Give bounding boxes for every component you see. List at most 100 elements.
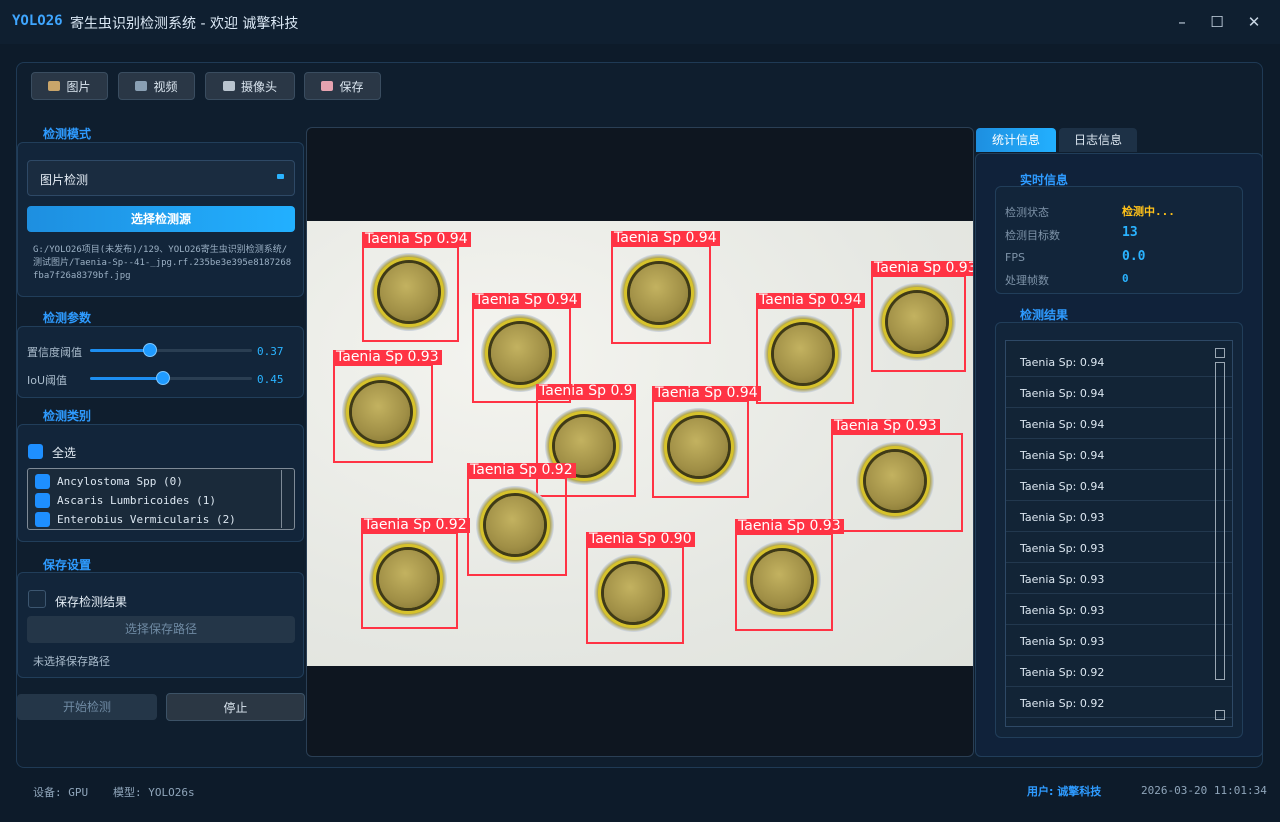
- device-info: 设备: GPU: [33, 786, 89, 799]
- result-item: Taenia Sp: 0.92: [1006, 687, 1232, 718]
- detection-label: Taenia Sp 0.94: [652, 386, 761, 401]
- save-button[interactable]: 保存: [304, 72, 381, 100]
- confidence-value: 0.37: [257, 345, 284, 358]
- save-settings-title: 保存设置: [43, 558, 92, 572]
- detection-box: Taenia Sp 0.92: [361, 518, 470, 629]
- detection-label: Taenia Sp 0.93: [333, 350, 442, 365]
- results-scroll-down[interactable]: [1215, 710, 1225, 720]
- detection-label: Taenia Sp 0.92: [467, 463, 576, 478]
- detect-mode-select[interactable]: 图片检测: [27, 160, 295, 196]
- class-checkbox[interactable]: [35, 493, 50, 508]
- detection-label: Taenia Sp 0.94: [472, 293, 581, 308]
- target-count-label: 检测目标数: [1005, 229, 1060, 242]
- result-item: Taenia Sp: 0.94: [1006, 439, 1232, 470]
- result-item: Taenia Sp: 0.93: [1006, 594, 1232, 625]
- confidence-slider-handle[interactable]: [142, 343, 157, 357]
- results-scrollbar-thumb[interactable]: [1215, 362, 1225, 680]
- classes-title: 检测类别: [43, 409, 92, 423]
- detection-box: Taenia Sp 0.90: [586, 532, 695, 644]
- stop-button[interactable]: 停止: [166, 693, 305, 721]
- result-item: Taenia Sp: 0.93: [1006, 532, 1232, 563]
- camera-button-label: 摄像头: [240, 79, 277, 94]
- select-all-label: 全选: [52, 446, 77, 460]
- class-item: Ancylostoma Spp (0): [57, 475, 183, 488]
- image-button-label: 图片: [66, 79, 91, 94]
- detection-label: Taenia Sp 0.93: [831, 419, 940, 434]
- confidence-slider[interactable]: [90, 349, 252, 352]
- video-icon: [135, 81, 148, 91]
- confidence-slider-fill: [90, 349, 150, 352]
- params-title: 检测参数: [43, 311, 92, 325]
- detection-label: Taenia Sp 0.94: [362, 232, 471, 247]
- detection-box: Taenia Sp 0.94: [362, 232, 471, 342]
- confidence-label: 置信度阈值: [27, 346, 82, 359]
- minimize-button[interactable]: –: [1171, 12, 1193, 32]
- detection-label: Taenia Sp 0.90: [586, 532, 695, 547]
- detection-label: Taenia Sp 0.9: [536, 384, 636, 399]
- detection-label: Taenia Sp 0.92: [361, 518, 470, 533]
- result-item: Taenia Sp: 0.94: [1006, 346, 1232, 377]
- iou-label: IoU阈值: [27, 374, 68, 387]
- class-checkbox[interactable]: [35, 512, 50, 527]
- select-source-button[interactable]: 选择检测源: [27, 206, 295, 232]
- status-value: 检测中...: [1122, 205, 1175, 218]
- status-label: 检测状态: [1005, 206, 1049, 219]
- iou-slider-handle[interactable]: [155, 371, 170, 385]
- close-button[interactable]: ✕: [1243, 12, 1265, 32]
- detection-box: Taenia Sp 0.93: [871, 261, 973, 372]
- detection-label: Taenia Sp 0.94: [611, 231, 720, 246]
- class-list-scrollbar[interactable]: [281, 470, 292, 528]
- camera-button[interactable]: 摄像头: [205, 72, 295, 100]
- start-detection-button[interactable]: 开始检测: [17, 694, 157, 720]
- class-item: Enterobius Vermicularis (2): [57, 513, 236, 526]
- detection-box: Taenia Sp 0.94: [652, 386, 761, 498]
- save-icon: [321, 81, 334, 91]
- results-title: 检测结果: [1020, 308, 1069, 322]
- maximize-button[interactable]: ☐: [1206, 12, 1228, 32]
- iou-value: 0.45: [257, 373, 284, 386]
- detection-box: Taenia Sp 0.94: [756, 293, 865, 404]
- result-item: Taenia Sp: 0.94: [1006, 408, 1232, 439]
- source-path: G:/YOLO26项目(未发布)/129、YOLO26寄生虫识别检测系统/测试图…: [33, 245, 292, 281]
- detection-box: Taenia Sp 0.93: [333, 350, 442, 463]
- image-icon: [48, 81, 61, 91]
- result-item: Taenia Sp: 0.94: [1006, 470, 1232, 501]
- user-info: 用户: 诚擎科技: [1027, 785, 1102, 798]
- save-results-checkbox[interactable]: [28, 590, 46, 608]
- camera-icon: [222, 81, 235, 91]
- tab-log[interactable]: 日志信息: [1059, 128, 1137, 152]
- microscope-image: Taenia Sp 0.94 Taenia Sp 0.94 Taenia Sp 0.…: [307, 221, 973, 666]
- save-button-label: 保存: [339, 79, 364, 94]
- detection-box: Taenia Sp 0.93: [735, 519, 844, 631]
- detection-label: Taenia Sp 0.94: [756, 293, 865, 308]
- iou-slider-fill: [90, 377, 163, 380]
- results-scroll-up[interactable]: [1215, 348, 1225, 358]
- model-info: 模型: YOLO26s: [113, 786, 195, 799]
- choose-save-path-button[interactable]: 选择保存路径: [27, 616, 295, 643]
- select-all-checkbox[interactable]: [28, 444, 43, 459]
- detect-mode-value: 图片检测: [40, 173, 89, 187]
- detection-box: Taenia Sp 0.93: [831, 419, 963, 532]
- image-button[interactable]: 图片: [31, 72, 108, 100]
- fps-value: 0.0: [1122, 249, 1146, 264]
- tab-statistics[interactable]: 统计信息: [976, 128, 1056, 152]
- clock: 2026-03-20 11:01:34: [1141, 784, 1267, 797]
- result-item: Taenia Sp: 0.94: [1006, 377, 1232, 408]
- window-title: 寄生虫识别检测系统 - 欢迎 诚擎科技: [70, 16, 299, 32]
- dropdown-indicator-icon: [277, 174, 284, 179]
- result-item: Taenia Sp: 0.93: [1006, 563, 1232, 594]
- fps-label: FPS: [1005, 251, 1025, 264]
- detection-label: Taenia Sp 0.93: [735, 519, 844, 534]
- detection-label: Taenia Sp 0.93: [871, 261, 973, 276]
- iou-slider[interactable]: [90, 377, 252, 380]
- detection-box: Taenia Sp 0.94: [611, 231, 720, 344]
- save-results-label: 保存检测结果: [55, 595, 128, 609]
- class-item: Ascaris Lumbricoides (1): [57, 494, 216, 507]
- frames-value: 0: [1122, 272, 1129, 285]
- app-brand: YOLO26: [12, 13, 63, 29]
- detection-box: Taenia Sp 0.92: [467, 463, 576, 576]
- result-item: Taenia Sp: 0.93: [1006, 625, 1232, 656]
- result-item: Taenia Sp: 0.92: [1006, 656, 1232, 687]
- class-checkbox[interactable]: [35, 474, 50, 489]
- video-button[interactable]: 视频: [118, 72, 195, 100]
